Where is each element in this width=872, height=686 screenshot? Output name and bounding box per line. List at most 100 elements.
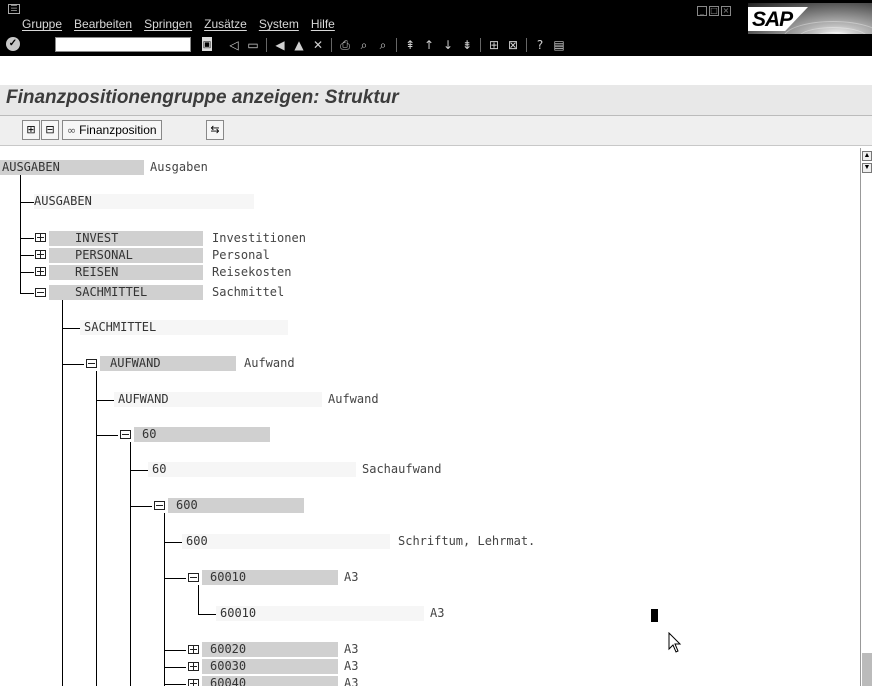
application-toolbar: ⊞ ⊟ ∞ Finanzposition ⇆ [0, 116, 872, 146]
layout-menu-icon[interactable]: ▤ [551, 38, 567, 52]
tree-line [96, 371, 97, 686]
print-icon[interactable]: ⎙ [337, 38, 353, 52]
node-name: SACHMITTEL [75, 285, 148, 299]
node-desc: A3 [344, 676, 359, 686]
tree-node-invest[interactable]: INVEST [49, 231, 203, 246]
tree-line [164, 578, 186, 579]
tree-node-60040[interactable]: 60040 [202, 676, 338, 686]
scroll-down-icon[interactable]: ▼ [862, 163, 872, 173]
collapse-all-icon[interactable]: ⊟ [41, 120, 59, 140]
expand-folder-icon[interactable] [35, 250, 46, 259]
previous-page-icon[interactable]: ↑ [421, 38, 437, 52]
tree-line [62, 300, 63, 686]
enter-check-icon[interactable]: ✓ [6, 37, 20, 51]
tree-line [20, 202, 34, 203]
tree-entry-60[interactable]: 60 [148, 462, 356, 477]
menu-system[interactable]: System [259, 17, 299, 31]
minimize-icon[interactable]: _ [697, 6, 707, 16]
node-desc: Sachmittel [212, 285, 285, 299]
glasses-icon: ∞ [67, 124, 77, 137]
expand-folder-icon[interactable] [35, 233, 46, 242]
tree-node-personal[interactable]: PERSONAL [49, 248, 203, 263]
back-arrow-icon[interactable]: ◁ [226, 38, 242, 52]
tree-node-sachmittel[interactable]: SACHMITTEL [49, 285, 203, 300]
system-menu-icon[interactable]: ☰ [8, 4, 20, 14]
node-name: 60010 [210, 570, 247, 584]
finanzposition-label: Finanzposition [79, 123, 157, 137]
sap-gui-window: ☰ Gruppe Bearbeiten Springen Zusätze Sys… [0, 0, 872, 686]
node-name: 60020 [210, 642, 247, 656]
node-name: 60 [152, 462, 167, 476]
tree-node-reisen[interactable]: REISEN [49, 265, 203, 280]
node-desc: Personal [212, 248, 270, 262]
node-name: AUSGABEN [34, 194, 92, 208]
tree-node-root[interactable]: AUSGABEN [0, 160, 144, 175]
tree-entry-600[interactable]: 600 [182, 534, 390, 549]
toolbar-separator [266, 38, 267, 52]
collapse-folder-icon[interactable] [86, 359, 97, 368]
menu-hilfe[interactable]: Hilfe [311, 17, 335, 31]
maximize-icon[interactable]: □ [709, 6, 719, 16]
expand-folder-icon[interactable] [188, 679, 199, 686]
tree-line [130, 470, 148, 471]
node-desc: A3 [344, 659, 359, 673]
tree-node-60010[interactable]: 60010 [202, 570, 338, 585]
collapse-folder-icon[interactable] [154, 501, 165, 510]
menu-springen[interactable]: Springen [144, 17, 192, 31]
node-name: 60040 [210, 676, 247, 686]
shortcut-icon[interactable]: ⊠ [505, 38, 521, 52]
tree-entry-aufwand[interactable]: AUFWAND [114, 392, 322, 407]
expand-folder-icon[interactable] [188, 662, 199, 671]
help-icon[interactable]: ? [532, 38, 548, 52]
command-history-icon[interactable]: ▣ [202, 37, 212, 51]
tree-entry-ausgaben[interactable]: AUSGABEN [34, 194, 254, 209]
navigate-icon[interactable]: ⇆ [206, 120, 224, 140]
toolbar-separator [526, 38, 527, 52]
tree-node-60030[interactable]: 60030 [202, 659, 338, 674]
tree-node-60[interactable]: 60 [134, 427, 270, 442]
vertical-scrollbar[interactable]: ▲ ▼ [860, 148, 872, 686]
command-field[interactable] [55, 37, 191, 52]
tree-node-600[interactable]: 600 [168, 498, 304, 513]
find-next-icon[interactable]: ⌕ [375, 38, 391, 52]
tree-node-aufwand[interactable]: AUFWAND [100, 356, 236, 371]
tree-line [164, 542, 182, 543]
expand-all-icon[interactable]: ⊞ [22, 120, 40, 140]
scroll-thumb[interactable] [862, 653, 872, 686]
tree-entry-sachmittel[interactable]: SACHMITTEL [80, 320, 288, 335]
menu-bearbeiten[interactable]: Bearbeiten [74, 17, 132, 31]
next-page-icon[interactable]: ↓ [440, 38, 456, 52]
menu-gruppe[interactable]: Gruppe [22, 17, 62, 31]
scroll-up-icon[interactable]: ▲ [862, 151, 872, 161]
expand-folder-icon[interactable] [35, 267, 46, 276]
exit-icon[interactable]: ▲ [291, 38, 307, 52]
tree-line [164, 650, 186, 651]
node-name: 60 [142, 427, 157, 441]
first-page-icon[interactable]: ⇞ [402, 38, 418, 52]
node-name: AUFWAND [118, 392, 169, 406]
tree-line [96, 435, 118, 436]
tree-entry-60010[interactable]: 60010 [216, 606, 424, 621]
collapse-folder-icon[interactable] [120, 430, 131, 439]
expand-folder-icon[interactable] [188, 645, 199, 654]
sap-logo-text: SAP [752, 8, 793, 31]
find-icon[interactable]: ⌕ [356, 38, 372, 52]
collapse-folder-icon[interactable] [188, 573, 199, 582]
close-icon[interactable]: × [721, 6, 731, 16]
tree-line [20, 255, 34, 256]
tree-node-60020[interactable]: 60020 [202, 642, 338, 657]
last-page-icon[interactable]: ⇟ [459, 38, 475, 52]
menu-zusaetze[interactable]: Zusätze [204, 17, 247, 31]
tree-line [62, 364, 84, 365]
new-session-icon[interactable]: ⊞ [486, 38, 502, 52]
collapse-folder-icon[interactable] [35, 288, 46, 297]
back-icon[interactable]: ◀ [272, 38, 288, 52]
node-desc: Reisekosten [212, 265, 292, 279]
tree-line [198, 585, 199, 614]
finanzposition-button[interactable]: ∞ Finanzposition [62, 120, 162, 140]
tree-line [20, 175, 21, 294]
cancel-icon[interactable]: ✕ [310, 38, 326, 52]
standard-toolbar: ✓ ▣ ◁ ▭ ◀ ▲ ✕ ⎙ ⌕ ⌕ ⇞ ↑ ↓ ⇟ ⊞ ⊠ ? ▤ [0, 34, 872, 56]
save-icon[interactable]: ▭ [245, 38, 261, 52]
toolbar-separator [331, 38, 332, 52]
